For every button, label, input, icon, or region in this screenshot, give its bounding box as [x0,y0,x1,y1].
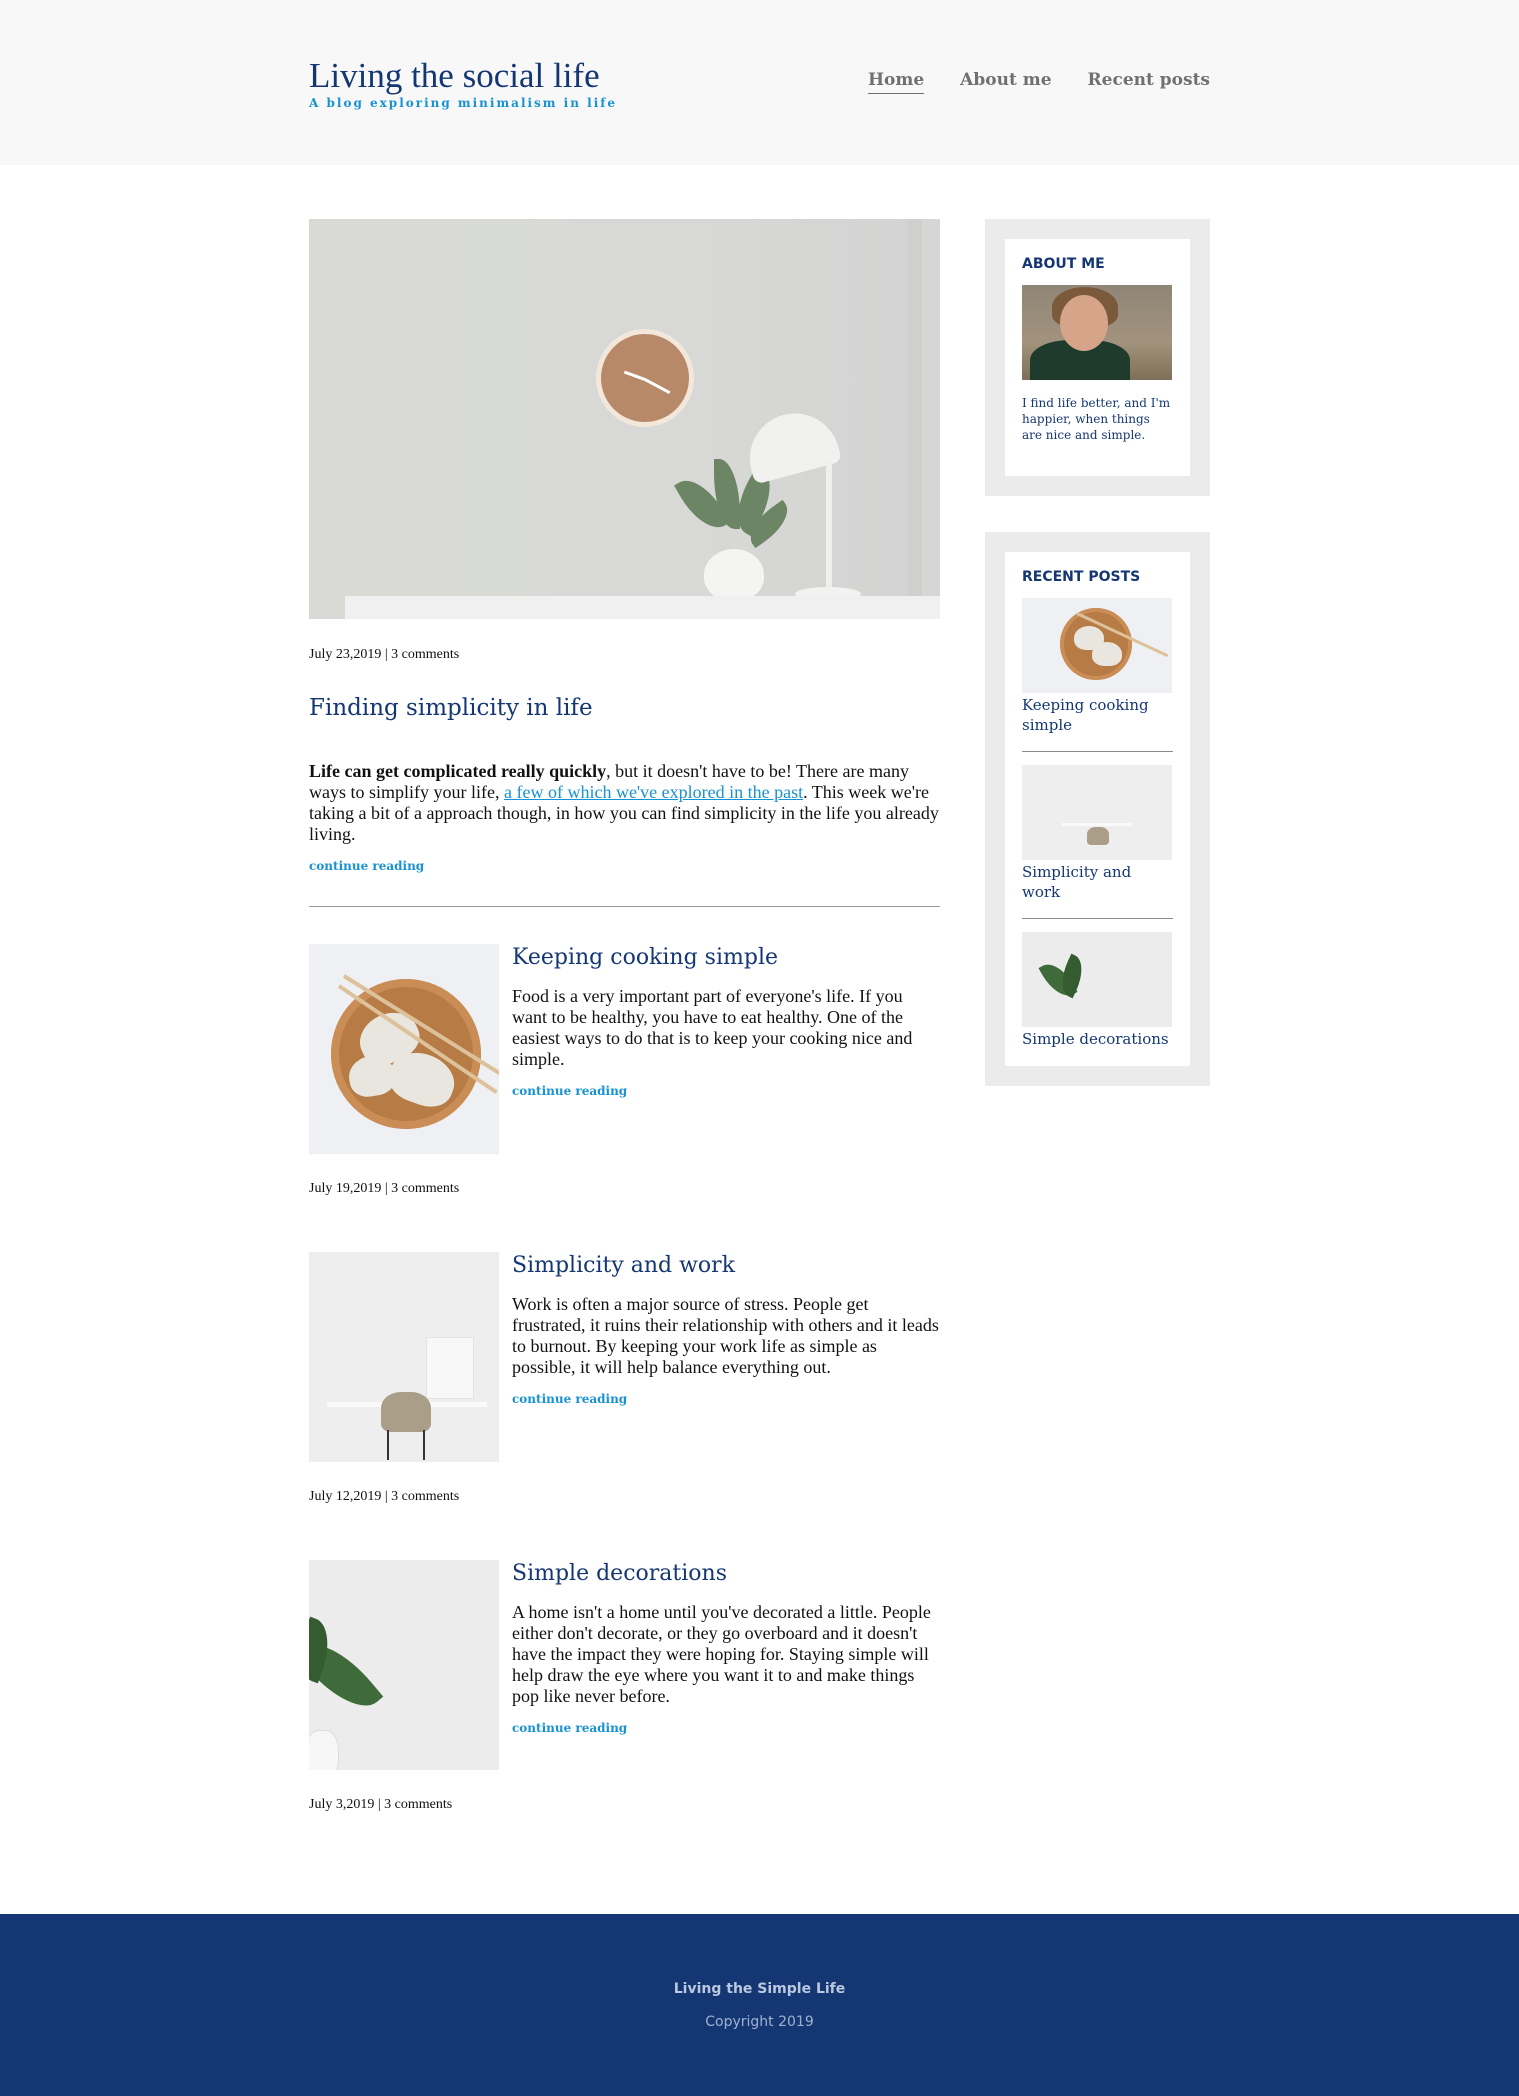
recent-post-title[interactable]: Simple decorations [1022,1029,1173,1049]
post-thumbnail[interactable] [309,1560,499,1770]
post-title[interactable]: Keeping cooking simple [512,945,940,970]
chair-leg [423,1430,425,1460]
nav-recent-posts[interactable]: Recent posts [1088,70,1210,94]
desk-surface [345,596,940,619]
chair-illustration [1087,827,1109,845]
post-excerpt: Work is often a major source of stress. … [512,1294,939,1377]
picture-frame [426,1337,474,1399]
nav-about-me[interactable]: About me [960,70,1051,94]
about-text: I find life better, and I'm happier, whe… [1022,396,1171,442]
recent-post-title[interactable]: Simplicity and work [1022,862,1173,902]
continue-reading-link[interactable]: continue reading [512,1084,627,1098]
lamp-pole [826,459,832,599]
post-card: Keeping cooking simple Food is a very im… [309,944,940,1197]
recent-post-item[interactable]: Simple decorations [1022,932,1173,1049]
post-meta: July 12,2019 | 3 comments [309,1489,460,1504]
footer-title: Living the Simple Life [673,1981,846,1997]
recent-posts-widget: RECENT POSTS Keeping cooking simple Simp… [985,532,1210,1086]
featured-post: July 23,2019 | 3 comments Finding simpli… [309,219,940,874]
site-footer: Living the Simple Life Copyright 2019 [0,1914,1519,2096]
post-meta: July 19,2019 | 3 comments [309,1181,460,1196]
post-card: Simple decorations A home isn't a home u… [309,1560,940,1813]
featured-post-excerpt: Life can get complicated really quickly,… [309,761,940,845]
plant-pot [704,549,764,601]
chair-illustration [381,1392,431,1432]
continue-reading-link[interactable]: continue reading [512,1392,627,1406]
post-title[interactable]: Simple decorations [512,1561,940,1586]
divider [309,906,940,907]
main-nav: Home About me Recent posts [867,70,1210,94]
site-header: Living the social life A blog exploring … [0,0,1519,165]
recent-post-item[interactable]: Simplicity and work [1022,765,1173,902]
post-excerpt: Food is a very important part of everyon… [512,986,913,1069]
clock-hand [644,378,671,394]
clock-hand [623,370,646,381]
widget-title: RECENT POSTS [1022,569,1141,585]
recent-post-thumbnail[interactable] [1022,598,1172,693]
face [1060,295,1108,351]
post-excerpt: A home isn't a home until you've decorat… [512,1602,931,1706]
main-content: July 23,2019 | 3 comments Finding simpli… [309,219,940,1813]
site-subtitle: A blog exploring minimalism in life [309,96,618,110]
recent-post-thumbnail[interactable] [1022,765,1172,860]
excerpt-bold: Life can get complicated really quickly [309,761,607,781]
wall-corner [908,219,922,599]
divider [1022,751,1173,752]
post-meta: July 3,2019 | 3 comments [309,1797,453,1812]
post-thumbnail[interactable] [309,1252,499,1462]
divider [1022,918,1173,919]
post-title[interactable]: Simplicity and work [512,1253,940,1278]
site-title[interactable]: Living the social life [309,54,617,98]
recent-post-thumbnail[interactable] [1022,932,1172,1027]
clock-illustration [596,329,694,427]
explored-past-link[interactable]: a few of which we've explored in the pas… [504,782,803,802]
post-meta: July 23,2019 | 3 comments [309,647,460,662]
wall-shadow [922,219,940,619]
brand: Living the social life A blog exploring … [309,54,617,110]
post-thumbnail[interactable] [309,944,499,1154]
post-card: Simplicity and work Work is often a majo… [309,1252,940,1505]
dumpling [1092,642,1122,666]
desk-surface [1062,823,1132,826]
footer-copyright: Copyright 2019 [705,2014,814,2030]
widget-title: ABOUT ME [1022,256,1105,272]
featured-post-title[interactable]: Finding simplicity in life [309,695,940,721]
recent-post-item[interactable]: Keeping cooking simple [1022,598,1173,735]
about-me-widget: ABOUT ME I find life better, and I'm hap… [985,219,1210,496]
featured-image[interactable] [309,219,940,619]
author-photo [1022,285,1172,380]
nav-home[interactable]: Home [867,70,925,94]
chair-leg [387,1430,389,1460]
continue-reading-link[interactable]: continue reading [309,859,424,873]
sidebar: ABOUT ME I find life better, and I'm hap… [985,219,1210,1086]
continue-reading-link[interactable]: continue reading [512,1721,627,1735]
vase-illustration [309,1730,339,1770]
recent-post-title[interactable]: Keeping cooking simple [1022,695,1173,735]
